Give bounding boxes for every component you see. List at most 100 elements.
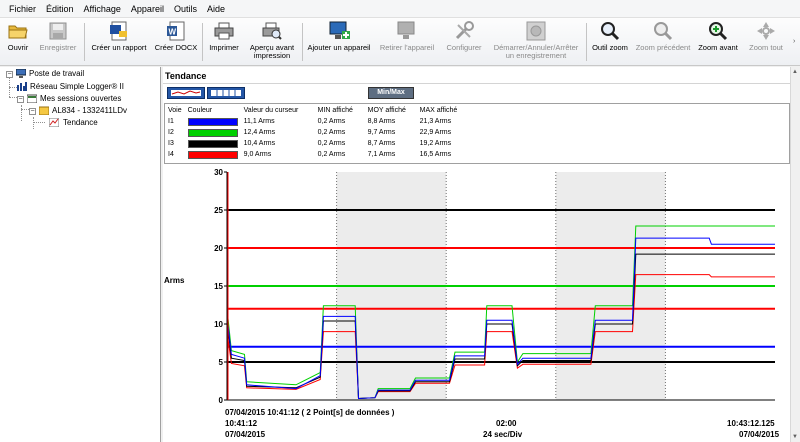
folder-icon [38, 106, 50, 116]
report-icon [108, 20, 130, 42]
menu-fichier[interactable]: Fichier [4, 0, 41, 18]
legend-min: 0,2 Arms [317, 118, 346, 125]
y-tick-label: 15 [214, 282, 223, 291]
toolbar: Ouvrir Enregistrer Créer un rapport W Cr… [0, 18, 800, 66]
legend-min: 0,2 Arms [317, 129, 346, 136]
toolbar-separator [202, 23, 203, 61]
tree-item-workstation[interactable]: Poste de travail [15, 68, 84, 78]
legend-min: 0,2 Arms [317, 140, 346, 147]
start-stop-recording-button[interactable]: Démarrer/Annuler/Arrêter un enregistreme… [490, 20, 582, 64]
menu-affichage[interactable]: Affichage [79, 0, 126, 18]
remove-device-icon [396, 20, 418, 42]
col-couleur: Couleur [187, 106, 213, 114]
open-button[interactable]: Ouvrir [4, 20, 32, 64]
legend-table: Voie Couleur Valeur du curseur MIN affic… [165, 104, 469, 160]
color-swatch[interactable] [187, 150, 238, 159]
scroll-down-icon[interactable]: ▼ [792, 434, 798, 440]
legend-cursor-value: 11,1 Arms [243, 118, 275, 125]
printer-icon [213, 20, 235, 42]
legend-avg: 9,7 Arms [367, 129, 396, 136]
y-tick-label: 5 [219, 358, 224, 367]
expand-toggle[interactable]: − [17, 96, 24, 103]
legend-color [185, 149, 241, 160]
zoom-tool-button[interactable]: Outil zoom [590, 20, 630, 64]
toolbar-overflow-icon[interactable]: › [793, 38, 795, 45]
zoom-in-button[interactable]: Zoom avant [696, 20, 740, 64]
add-device-icon [328, 20, 350, 42]
channel-legend: Voie Couleur Valeur du curseur MIN affic… [164, 103, 790, 164]
legend-avg: 8,8 Arms [367, 118, 396, 125]
min-max-button[interactable]: Min/Max [368, 87, 414, 99]
x-division: 24 sec/Div [483, 430, 523, 439]
legend-row[interactable]: I2 12,4 Arms 0,2 Arms 9,7 Arms 22,9 Arms [165, 127, 469, 138]
legend-row[interactable]: I4 9,0 Arms 0,2 Arms 7,1 Arms 16,5 Arms [165, 149, 469, 160]
trend-view-button[interactable] [167, 87, 205, 99]
record-icon [525, 20, 547, 42]
x-end-date: 07/04/2015 [739, 430, 780, 439]
expand-toggle[interactable]: − [6, 71, 13, 78]
network-icon [17, 82, 27, 91]
trend-view-icon [171, 90, 201, 96]
tree-item-trend[interactable]: Tendance [48, 117, 99, 128]
menu-appareil[interactable]: Appareil [126, 0, 169, 18]
save-button[interactable]: Enregistrer [36, 20, 80, 64]
y-tick-label: 10 [214, 320, 223, 329]
legend-channel: I1 [168, 118, 174, 125]
col-voie: Voie [168, 106, 182, 114]
zoom-all-button[interactable]: Zoom tout [744, 20, 788, 64]
legend-cursor-value: 9,0 Arms [243, 151, 272, 158]
menu-aide[interactable]: Aide [202, 0, 230, 18]
tree-item-sessions[interactable]: Mes sessions ouvertes [26, 94, 121, 104]
x-end-time: 10:43:12.125 [727, 419, 775, 428]
tree-item-network[interactable]: Réseau Simple Logger® II [17, 82, 124, 91]
print-preview-button[interactable]: Aperçu avant impression [246, 20, 298, 64]
svg-text:W: W [169, 28, 177, 37]
legend-min: 0,2 Arms [317, 151, 346, 158]
computer-icon [15, 68, 27, 78]
color-swatch[interactable] [187, 117, 238, 126]
toolbar-separator [302, 23, 303, 61]
legend-row[interactable]: I3 10,4 Arms 0,2 Arms 8,7 Arms 19,2 Arms [165, 138, 469, 149]
tree-item-device[interactable]: AL834 - 1332411LDv [38, 106, 127, 116]
vertical-scrollbar[interactable]: ▲ ▼ [790, 67, 800, 442]
legend-row[interactable]: I1 11,1 Arms 0,2 Arms 8,8 Arms 21,3 Arms [165, 116, 469, 127]
col-avg: MOY affiché [367, 106, 406, 114]
toolbar-separator [586, 23, 587, 61]
trend-panel: Tendance Min/Max Voie Couleur Valeur du … [163, 67, 800, 442]
legend-max: 19,2 Arms [419, 140, 452, 147]
tree-line [33, 117, 34, 129]
color-swatch[interactable] [187, 139, 238, 148]
legend-max: 22,9 Arms [419, 129, 452, 136]
configure-button[interactable]: Configurer [442, 20, 486, 64]
remove-device-button[interactable]: Retirer l'appareil [376, 20, 438, 64]
tree-line [21, 105, 22, 121]
create-docx-button[interactable]: W Créer DOCX [154, 20, 198, 64]
col-max: MAX affiché [419, 106, 458, 114]
menu-edition[interactable]: Édition [41, 0, 79, 18]
zoom-all-icon [755, 20, 777, 42]
trend-chart[interactable]: 0 5 10 15 20 25 30 [211, 168, 781, 406]
legend-max: 21,3 Arms [419, 118, 452, 125]
add-device-button[interactable]: Ajouter un appareil [306, 20, 372, 64]
cursor-info: 07/04/2015 10:41:12 ( 2 Point[s] de donn… [225, 408, 395, 417]
scroll-up-icon[interactable]: ▲ [792, 69, 798, 75]
expand-toggle[interactable]: − [29, 108, 36, 115]
zoom-in-icon [707, 20, 729, 42]
legend-cursor-value: 12,4 Arms [243, 129, 276, 136]
toolbar-separator [84, 23, 85, 61]
zoom-previous-button[interactable]: Zoom précédent [634, 20, 692, 64]
table-view-button[interactable] [207, 87, 245, 99]
tree-line [9, 97, 17, 98]
print-button[interactable]: Imprimer [206, 20, 242, 64]
tree-line [21, 109, 29, 110]
menu-outils[interactable]: Outils [169, 0, 202, 18]
y-tick-label: 25 [214, 206, 223, 215]
create-report-button[interactable]: Créer un rapport [88, 20, 150, 64]
magnifier-icon [599, 20, 621, 42]
legend-channel: I2 [168, 129, 174, 136]
legend-header-row: Voie Couleur Valeur du curseur MIN affic… [165, 104, 469, 116]
color-swatch[interactable] [187, 128, 238, 137]
y-tick-label: 30 [214, 168, 223, 177]
tree-panel: − Poste de travail Réseau Simple Logger®… [0, 67, 161, 442]
legend-channel: I4 [168, 151, 174, 158]
